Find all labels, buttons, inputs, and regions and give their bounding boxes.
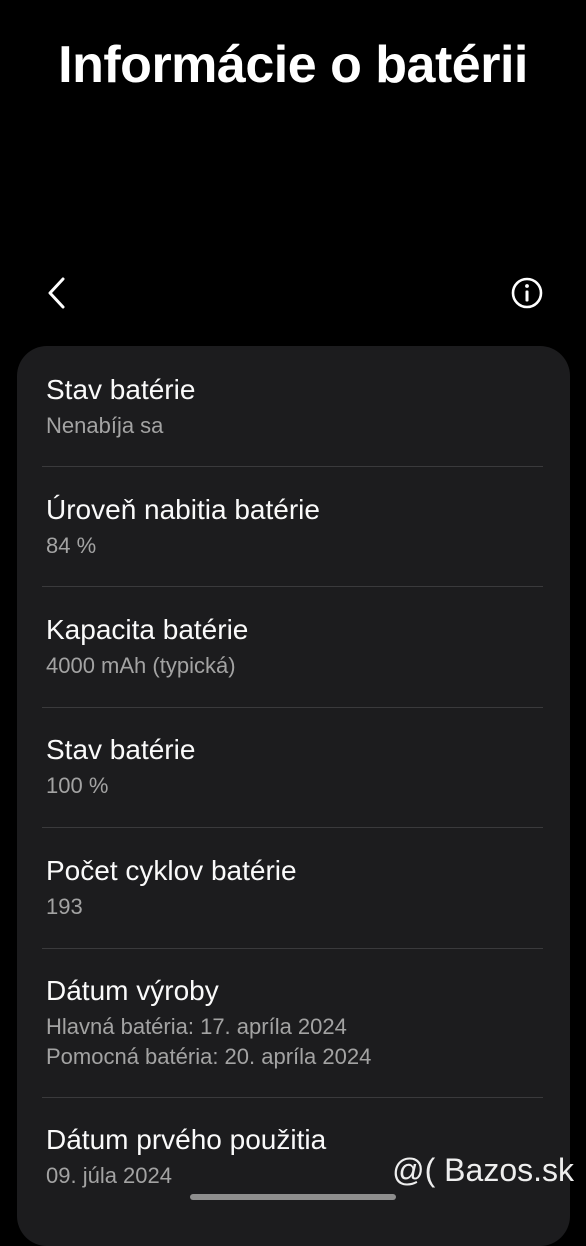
list-item-battery-status[interactable]: Stav batérie Nenabíja sa	[46, 373, 544, 441]
divider	[42, 827, 543, 828]
list-item-manufacture-date[interactable]: Dátum výroby Hlavná batéria: 17. apríla …	[46, 974, 544, 1072]
divider	[42, 1097, 543, 1098]
battery-info-list: Stav batérie Nenabíja sa Úroveň nabitia …	[17, 346, 570, 1246]
item-title: Dátum výroby	[46, 975, 219, 1006]
item-value: Nenabíja sa	[46, 413, 164, 438]
watermark: @( Bazos.sk	[392, 1152, 574, 1188]
info-button[interactable]	[504, 270, 550, 316]
list-item-cycle-count[interactable]: Počet cyklov batérie 193	[46, 854, 544, 922]
item-value: 4000 mAh (typická)	[46, 653, 236, 678]
page-title: Informácie o batérii	[58, 36, 528, 94]
divider	[42, 466, 543, 467]
item-title: Stav batérie	[46, 734, 196, 765]
list-item-capacity[interactable]: Kapacita batérie 4000 mAh (typická)	[46, 613, 544, 681]
divider	[42, 586, 543, 587]
chevron-left-icon	[48, 277, 65, 309]
item-value: Hlavná batéria: 17. apríla 2024	[46, 1014, 347, 1039]
item-title: Kapacita batérie	[46, 614, 249, 645]
info-circle-icon	[511, 277, 543, 309]
divider	[42, 948, 543, 949]
item-value: Pomocná batéria: 20. apríla 2024	[46, 1044, 372, 1069]
item-title: Stav batérie	[46, 374, 196, 405]
item-value: 84 %	[46, 533, 97, 558]
item-value: 100 %	[46, 773, 109, 798]
item-title: Úroveň nabitia batérie	[46, 494, 320, 525]
divider	[42, 707, 543, 708]
item-value: 193	[46, 894, 83, 919]
list-item-charge-level[interactable]: Úroveň nabitia batérie 84 %	[46, 493, 544, 561]
back-button[interactable]	[34, 270, 80, 316]
list-item-battery-health[interactable]: Stav batérie 100 %	[46, 733, 544, 801]
item-title: Počet cyklov batérie	[46, 855, 297, 886]
home-indicator[interactable]	[190, 1194, 396, 1200]
